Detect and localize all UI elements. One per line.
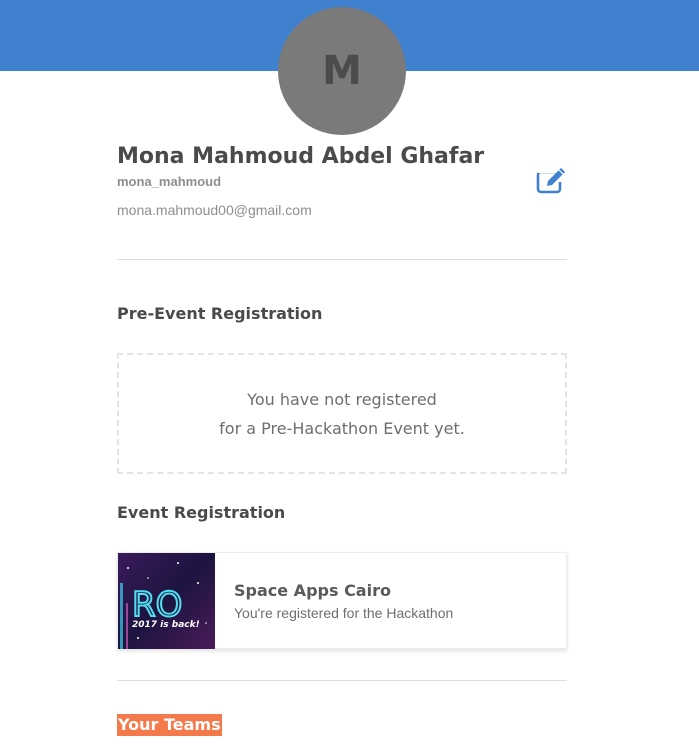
empty-message-line2: for a Pre-Hackathon Event yet. xyxy=(219,418,465,438)
event-thumbnail: RO 2017 is back! xyxy=(118,553,215,649)
event-thumb-caption: 2017 is back! xyxy=(132,620,200,630)
event-name: Space Apps Cairo xyxy=(234,581,391,600)
edit-icon xyxy=(536,168,568,194)
pre-event-title: Pre-Event Registration xyxy=(117,304,323,323)
profile-divider xyxy=(117,259,567,260)
events-divider xyxy=(117,680,567,681)
pre-event-empty-state: You have not registered for a Pre-Hackat… xyxy=(117,353,567,474)
profile-email: mona.mahmoud00@gmail.com xyxy=(117,202,312,218)
teams-title: Your Teams xyxy=(117,714,222,736)
profile-name: Mona Mahmoud Abdel Ghafar xyxy=(117,144,485,169)
avatar-letter: M xyxy=(322,48,362,94)
event-registration-title: Event Registration xyxy=(117,503,286,522)
event-thumb-title: RO xyxy=(132,585,182,625)
profile-username: mona_mahmoud xyxy=(117,174,222,189)
edit-profile-button[interactable] xyxy=(535,166,569,196)
event-status: You're registered for the Hackathon xyxy=(234,605,454,621)
event-card[interactable]: RO 2017 is back! Space Apps Cairo You're… xyxy=(117,552,567,649)
empty-message-line1: You have not registered xyxy=(247,389,437,409)
avatar: M xyxy=(278,7,406,135)
